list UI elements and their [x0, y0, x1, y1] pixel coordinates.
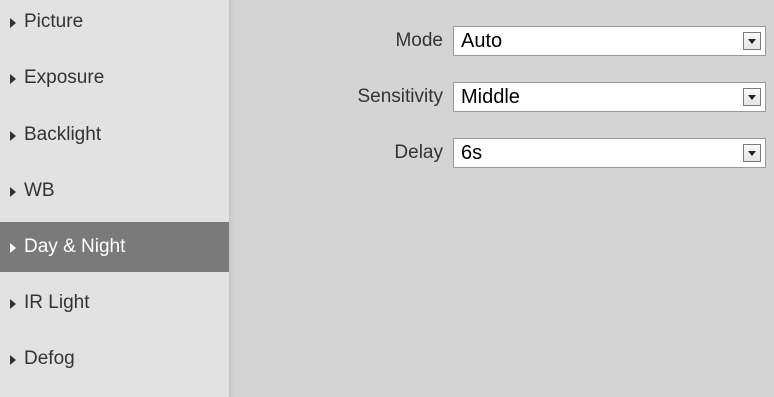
mode-label: Mode	[395, 30, 443, 51]
sidebar-item-label: Backlight	[24, 124, 102, 145]
chevron-down-icon	[748, 95, 756, 100]
sidebar-item-label: IR Light	[24, 292, 90, 313]
delay-select[interactable]: 6s	[453, 138, 766, 168]
sidebar-item-exposure[interactable]: Exposure	[0, 53, 229, 103]
sidebar-item-label: WB	[24, 180, 55, 201]
settings-panel: Picture Exposure Backlight WB Day & Nigh…	[0, 0, 774, 397]
sidebar-item-label: Day & Night	[24, 236, 126, 257]
sidebar-item-label: Exposure	[24, 67, 105, 88]
caret-right-icon	[10, 355, 16, 365]
sidebar-item-defog[interactable]: Defog	[0, 334, 229, 384]
dropdown-button[interactable]	[743, 88, 761, 106]
sidebar-item-label: Picture	[24, 11, 84, 32]
delay-row: Delay 6s	[235, 136, 774, 170]
chevron-down-icon	[748, 151, 756, 156]
delay-label: Delay	[394, 142, 443, 163]
dropdown-button[interactable]	[743, 144, 761, 162]
dropdown-button[interactable]	[743, 32, 761, 50]
sensitivity-label: Sensitivity	[357, 86, 443, 107]
sidebar-item-wb[interactable]: WB	[0, 166, 229, 216]
sidebar-item-picture[interactable]: Picture	[0, 0, 229, 47]
delay-value: 6s	[461, 142, 483, 164]
sensitivity-select[interactable]: Middle	[453, 82, 766, 112]
sidebar-item-backlight[interactable]: Backlight	[0, 110, 229, 160]
caret-right-icon	[10, 131, 16, 141]
sidebar-item-ir-light[interactable]: IR Light	[0, 278, 229, 328]
caret-right-icon	[10, 187, 16, 197]
caret-right-icon	[10, 299, 16, 309]
sidebar: Picture Exposure Backlight WB Day & Nigh…	[0, 0, 229, 397]
chevron-down-icon	[748, 39, 756, 44]
caret-right-icon	[10, 74, 16, 84]
sensitivity-value: Middle	[461, 86, 520, 108]
caret-right-icon	[10, 243, 16, 253]
sidebar-divider	[229, 0, 235, 397]
mode-row: Mode Auto	[235, 24, 774, 58]
mode-select[interactable]: Auto	[453, 26, 766, 56]
sidebar-item-label: Defog	[24, 348, 75, 369]
mode-value: Auto	[461, 30, 503, 52]
sidebar-item-day-night[interactable]: Day & Night	[0, 222, 229, 272]
sensitivity-row: Sensitivity Middle	[235, 80, 774, 114]
caret-right-icon	[10, 18, 16, 28]
